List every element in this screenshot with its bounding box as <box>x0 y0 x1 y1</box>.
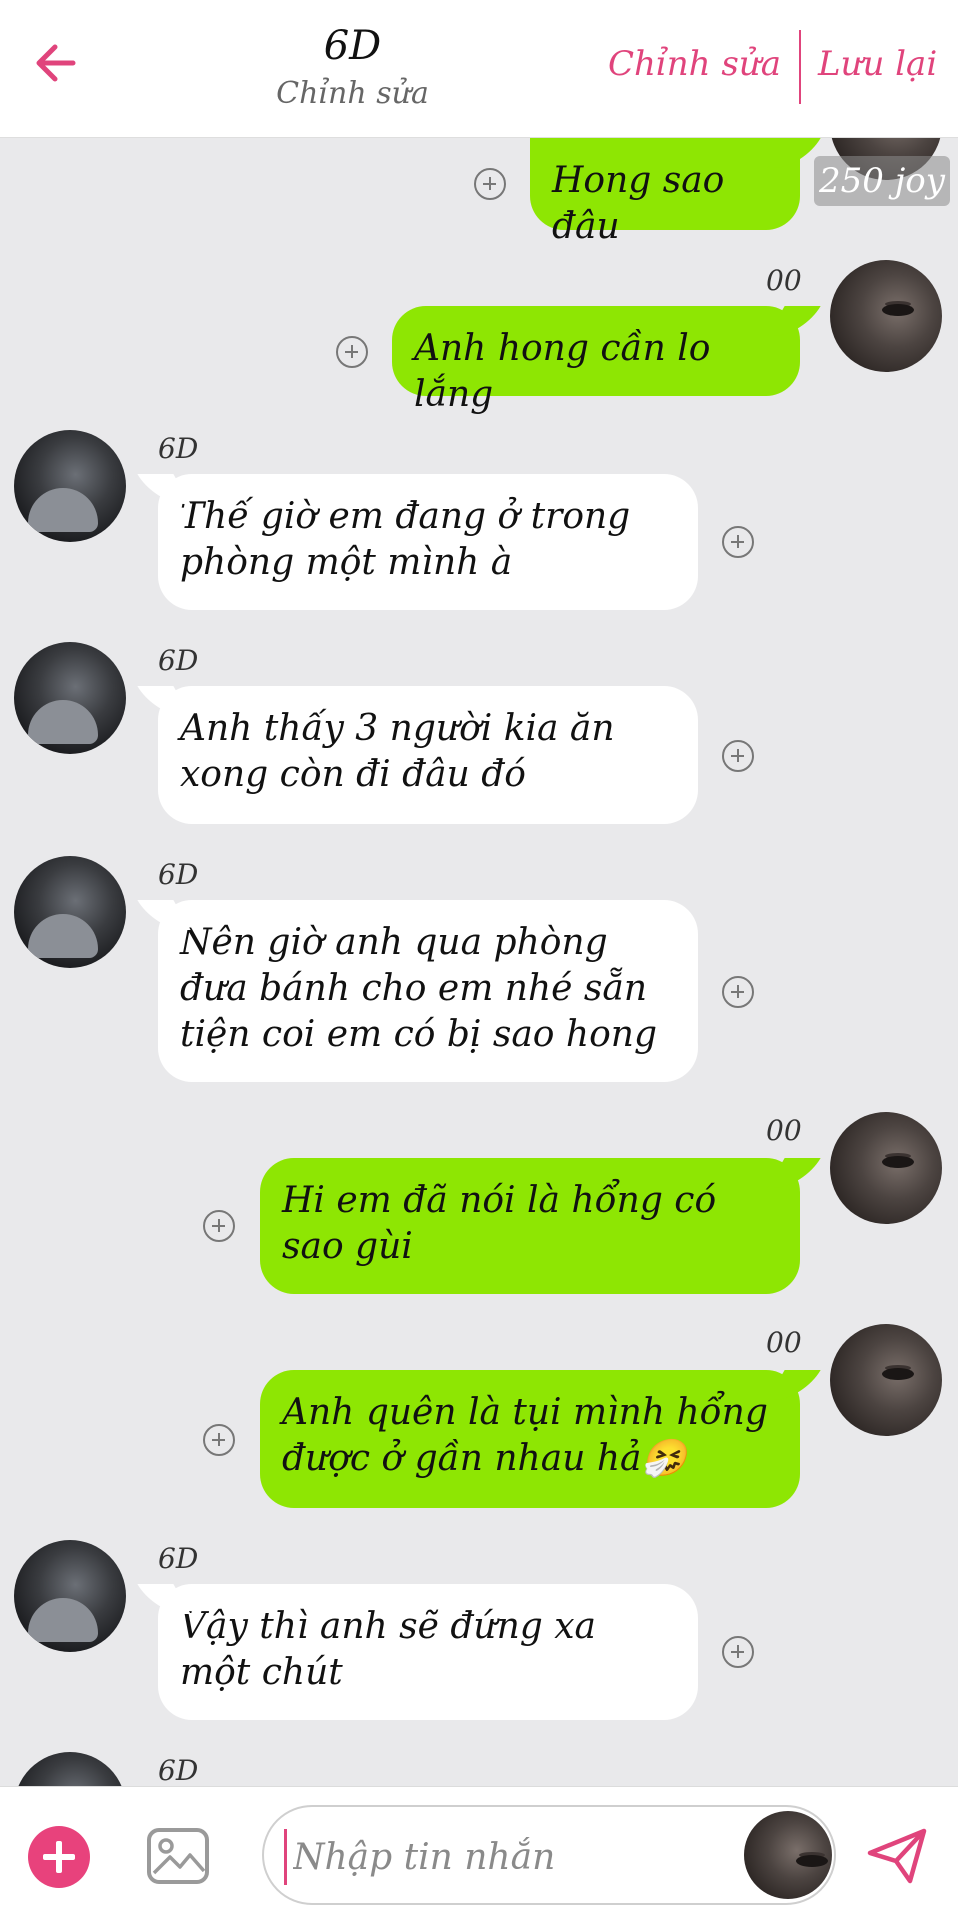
edit-button[interactable]: Chỉnh sửa <box>608 44 781 84</box>
sender-name: 00 <box>766 1326 802 1359</box>
message-bubble[interactable]: Hong sao đâu <box>530 138 800 247</box>
message-bubble[interactable]: Vậy thì anh sẽ đứng xa một chút <box>158 1584 698 1720</box>
message-input[interactable] <box>284 1829 724 1885</box>
avatar[interactable] <box>744 1811 832 1899</box>
send-icon[interactable] <box>866 1827 928 1885</box>
add-attachment-button[interactable] <box>28 1826 90 1888</box>
avatar[interactable] <box>14 1752 126 1786</box>
chat-area[interactable]: 250 joy Hong sao đâu 00 Anh hong cần lo … <box>0 138 958 1786</box>
add-reaction-icon[interactable] <box>722 976 754 1008</box>
avatar[interactable] <box>14 430 126 542</box>
avatar[interactable] <box>14 856 126 968</box>
avatar[interactable] <box>830 1324 942 1436</box>
message-bubble[interactable]: Hi em đã nói là hổng có sao gùi <box>260 1158 800 1294</box>
sender-name: 6D <box>158 644 199 677</box>
chat-subtitle: Chỉnh sửa <box>276 76 429 111</box>
add-reaction-icon[interactable] <box>722 740 754 772</box>
message-bubble[interactable]: Thế giờ em đang ở trong phòng một mình à <box>158 474 698 610</box>
chat-title: 6D <box>323 23 382 69</box>
joy-badge: 250 joy <box>814 156 950 206</box>
back-arrow-icon[interactable] <box>30 38 80 88</box>
message-bubble[interactable]: Anh thấy 3 người kia ăn xong còn đi đâu … <box>158 686 698 824</box>
add-reaction-icon[interactable] <box>336 336 368 368</box>
message-bubble[interactable]: Nên giờ anh qua phòng đưa bánh cho em nh… <box>158 900 698 1082</box>
message-input-wrapper <box>262 1805 836 1905</box>
add-reaction-icon[interactable] <box>203 1210 235 1242</box>
sender-name: 6D <box>158 858 199 891</box>
chat-title-block: 6D Chỉnh sửa <box>230 22 475 114</box>
add-reaction-icon[interactable] <box>722 1636 754 1668</box>
avatar[interactable] <box>830 1112 942 1224</box>
add-reaction-icon[interactable] <box>203 1424 235 1456</box>
message-bubble[interactable]: Anh quên là tụi mình hổng được ở gần nha… <box>260 1370 800 1508</box>
message-bubble[interactable]: Anh hong cần lo lắng <box>392 306 800 415</box>
sender-name: 6D <box>158 432 199 465</box>
avatar[interactable] <box>830 260 942 372</box>
sender-name: 6D <box>158 1754 199 1786</box>
add-reaction-icon[interactable] <box>474 168 506 200</box>
save-button[interactable]: Lưu lại <box>818 44 937 84</box>
add-reaction-icon[interactable] <box>722 526 754 558</box>
avatar[interactable] <box>14 1540 126 1652</box>
sender-name: 6D <box>158 1542 199 1575</box>
composer-bar <box>0 1786 958 1920</box>
sender-name: 00 <box>766 1114 802 1147</box>
avatar[interactable] <box>14 642 126 754</box>
top-bar: 6D Chỉnh sửa Chỉnh sửa Lưu lại <box>0 0 958 138</box>
header-divider <box>799 30 801 104</box>
image-icon[interactable] <box>146 1827 210 1885</box>
sender-name: 00 <box>766 264 802 297</box>
